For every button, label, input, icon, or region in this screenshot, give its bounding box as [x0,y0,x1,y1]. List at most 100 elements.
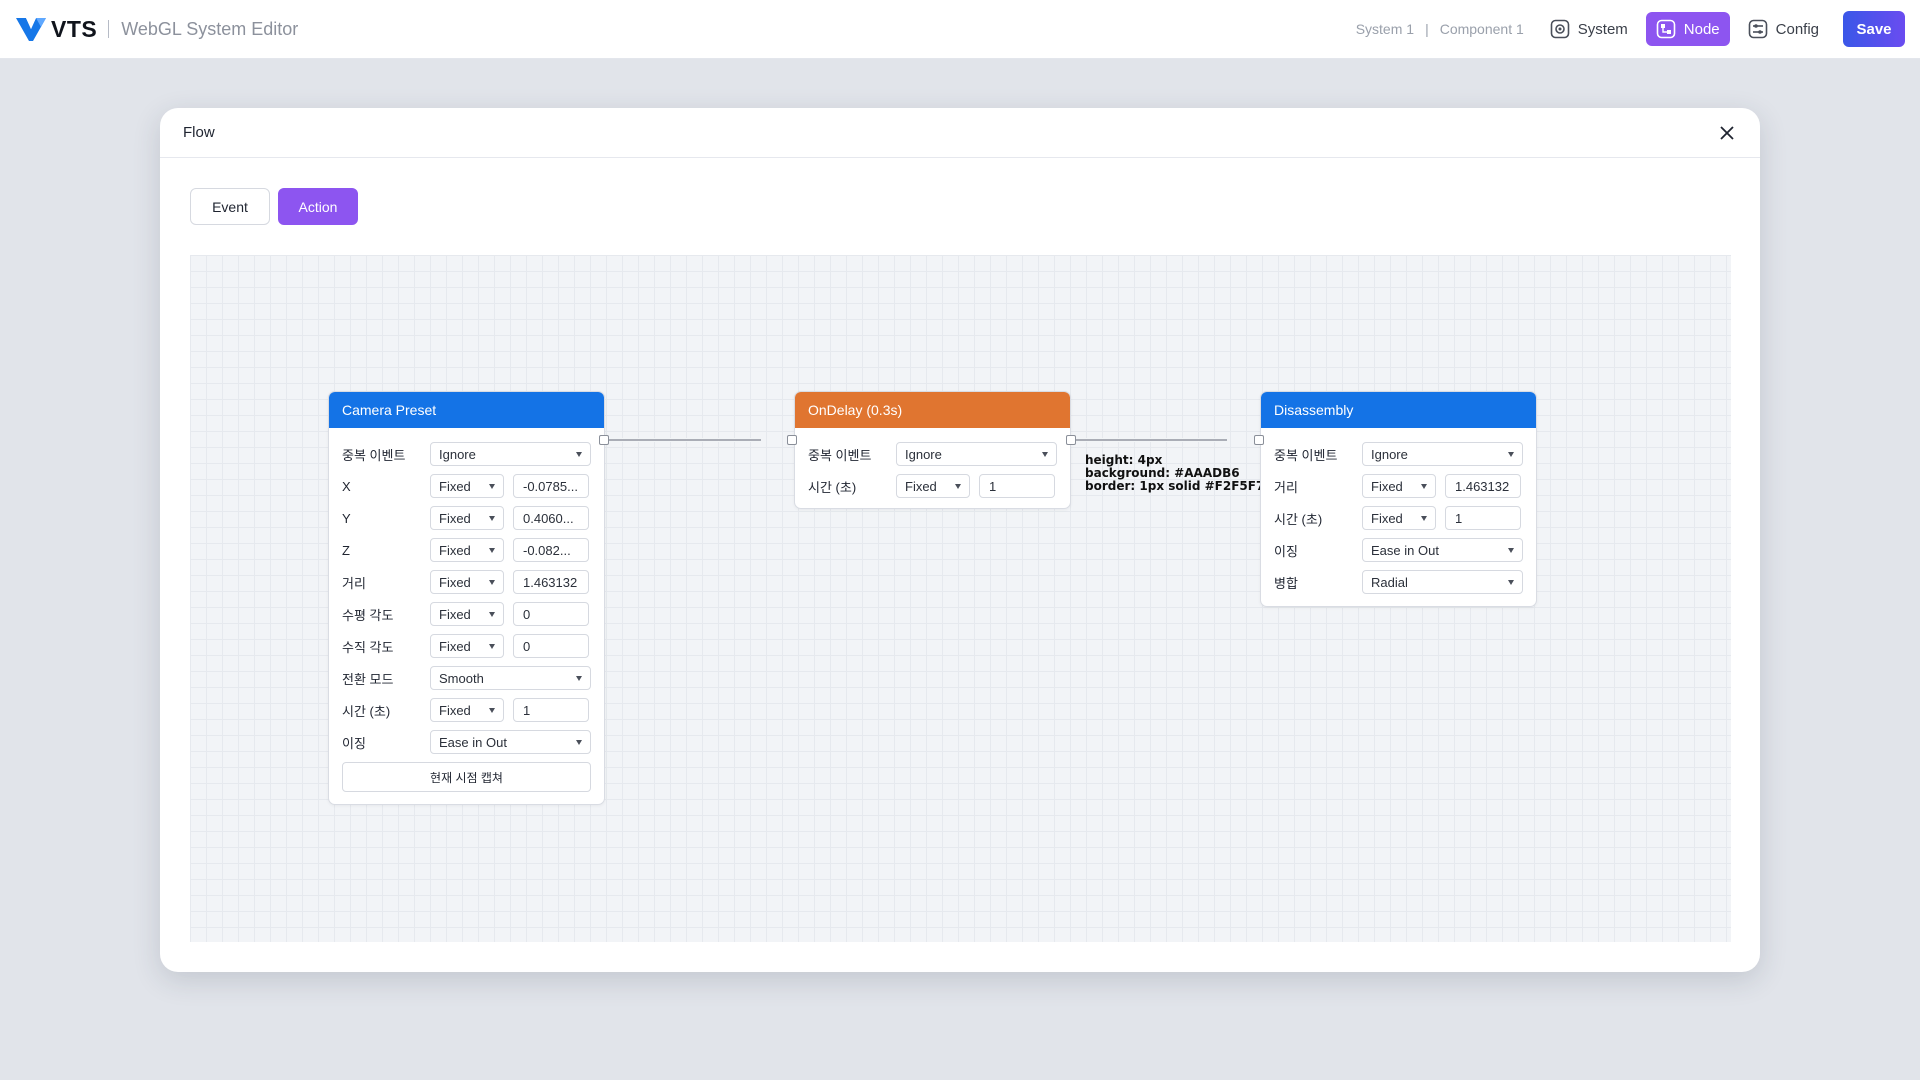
node-header[interactable]: Camera Preset [329,392,604,428]
param-row: 병합 Radial [1274,570,1523,594]
param-row: 중복 이벤트 Ignore [342,442,591,466]
output-port[interactable] [1066,435,1076,445]
y-value-input[interactable]: 0.4060... [513,506,589,530]
title-divider [108,20,110,38]
param-row: 시간 (초) Fixed 1 [1274,506,1523,530]
node-camera-preset[interactable]: Camera Preset 중복 이벤트 Ignore X Fixed -0.0… [328,391,605,805]
param-label: 중복 이벤트 [1274,447,1338,463]
system-icon [1550,19,1570,39]
param-label: 거리 [342,575,366,591]
time-mode-select[interactable]: Fixed [430,698,504,722]
tab-event[interactable]: Event [190,188,270,225]
breadcrumb-component[interactable]: Component 1 [1440,21,1524,37]
time-mode-select[interactable]: Fixed [896,474,970,498]
param-row: 이징 Ease in Out [1274,538,1523,562]
horizontal-angle-input[interactable]: 0 [513,602,589,626]
param-label: 중복 이벤트 [808,447,872,463]
edge-delay-to-disassembly[interactable] [1073,438,1227,442]
param-row: 이징 Ease in Out [342,730,591,754]
top-bar: VTS WebGL System Editor System 1 | Compo… [0,0,1920,59]
nav-system-label: System [1577,20,1628,38]
distance-mode-select[interactable]: Fixed [1362,474,1436,498]
param-row: 중복 이벤트 Ignore [808,442,1057,466]
merge-select[interactable]: Radial [1362,570,1523,594]
input-port[interactable] [787,435,797,445]
nav-config-label: Config [1775,20,1819,38]
breadcrumb-system[interactable]: System 1 [1356,21,1414,37]
close-icon [1720,125,1734,140]
nav-node-label: Node [1683,20,1720,38]
easing-select[interactable]: Ease in Out [1362,538,1523,562]
distance-mode-select[interactable]: Fixed [430,570,504,594]
nav-config-button[interactable]: Config [1738,12,1829,46]
param-label: 거리 [1274,479,1298,495]
horizontal-angle-mode-select[interactable]: Fixed [430,602,504,626]
param-label: 중복 이벤트 [342,447,406,463]
param-label: Y [342,510,351,526]
time-mode-select[interactable]: Fixed [1362,506,1436,530]
breadcrumb-separator: | [1425,21,1429,37]
app-logo[interactable]: VTS [15,15,97,43]
param-label: 시간 (초) [808,479,857,495]
param-label: 병합 [1274,575,1298,591]
param-row: Z Fixed -0.082... [342,538,591,562]
z-value-input[interactable]: -0.082... [513,538,589,562]
param-label: Z [342,542,350,558]
x-mode-select[interactable]: Fixed [430,474,504,498]
param-row: 거리 Fixed 1.463132 [1274,474,1523,498]
input-port[interactable] [1254,435,1264,445]
edge-camera-to-delay[interactable] [607,438,761,442]
param-label: 이징 [342,735,366,751]
flow-tabs: Event Action [190,188,366,225]
y-mode-select[interactable]: Fixed [430,506,504,530]
time-value-input[interactable]: 1 [513,698,589,722]
param-row: 거리 Fixed 1.463132 [342,570,591,594]
close-button[interactable] [1717,123,1737,143]
node-title: OnDelay (0.3s) [808,402,903,418]
easing-select[interactable]: Ease in Out [430,730,591,754]
param-label: 시간 (초) [1274,511,1323,527]
edge-note-line: border: 1px solid #F2F5F7 [1085,479,1265,493]
time-value-input[interactable]: 1 [979,474,1055,498]
param-row: Y Fixed 0.4060... [342,506,591,530]
param-label: 전환 모드 [342,671,394,687]
param-label: 시간 (초) [342,703,391,719]
time-value-input[interactable]: 1 [1445,506,1521,530]
node-disassembly[interactable]: Disassembly 중복 이벤트 Ignore 거리 Fixed 1.463… [1260,391,1537,607]
duplicate-event-select[interactable]: Ignore [1362,442,1523,466]
param-label: 수직 각도 [342,639,394,655]
capture-view-button[interactable]: 현재 시점 캡쳐 [342,762,591,792]
nav-node-button[interactable]: Node [1645,12,1730,46]
duplicate-event-select[interactable]: Ignore [896,442,1057,466]
duplicate-event-select[interactable]: Ignore [430,442,591,466]
transition-mode-select[interactable]: Smooth [430,666,591,690]
param-row: 중복 이벤트 Ignore [1274,442,1523,466]
output-port[interactable] [599,435,609,445]
x-value-input[interactable]: -0.0785... [513,474,589,498]
app-title: WebGL System Editor [121,18,299,39]
param-row: 전환 모드 Smooth [342,666,591,690]
node-header[interactable]: OnDelay (0.3s) [795,392,1070,428]
edge-style-note: height: 4px background: #AAADB6 border: … [1085,454,1264,493]
nav-system-button[interactable]: System [1540,12,1638,46]
param-row: X Fixed -0.0785... [342,474,591,498]
vertical-angle-input[interactable]: 0 [513,634,589,658]
node-body: 중복 이벤트 Ignore 시간 (초) Fixed 1 [795,428,1070,516]
z-mode-select[interactable]: Fixed [430,538,504,562]
node-header[interactable]: Disassembly [1261,392,1536,428]
distance-value-input[interactable]: 1.463132 [1445,474,1521,498]
flow-canvas[interactable]: height: 4px background: #AAADB6 border: … [190,255,1731,942]
distance-value-input[interactable]: 1.463132 [513,570,589,594]
node-body: 중복 이벤트 Ignore 거리 Fixed 1.463132 시간 (초) F… [1261,428,1536,612]
param-label: 수평 각도 [342,607,394,623]
tab-action[interactable]: Action [278,188,358,225]
node-body: 중복 이벤트 Ignore X Fixed -0.0785... Y Fixed… [329,428,604,802]
node-on-delay[interactable]: OnDelay (0.3s) 중복 이벤트 Ignore 시간 (초) Fixe… [794,391,1071,509]
param-row: 시간 (초) Fixed 1 [808,474,1057,498]
modal-title: Flow [183,124,215,141]
vertical-angle-mode-select[interactable]: Fixed [430,634,504,658]
logo-text: VTS [51,15,98,42]
node-title: Disassembly [1274,402,1354,418]
vts-logo-icon [16,18,46,41]
save-button[interactable]: Save [1843,11,1905,47]
